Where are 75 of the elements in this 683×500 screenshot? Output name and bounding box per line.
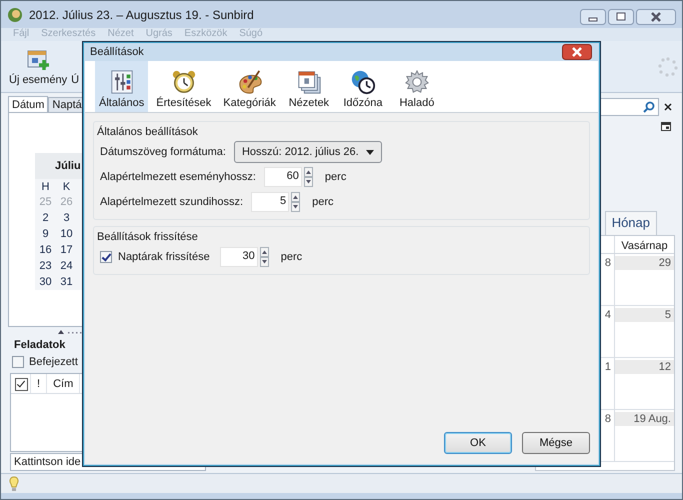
unit-label: perc xyxy=(280,251,302,263)
window-title: 2012. Július 23. – Augusztus 19. - Sunbird xyxy=(29,8,254,22)
day-cell[interactable]: 9 xyxy=(35,228,56,240)
tab[interactable]: Általános xyxy=(95,61,148,112)
spinner-icon[interactable] xyxy=(304,167,313,187)
dialog-title: Beállítások xyxy=(90,46,144,58)
sliders-icon xyxy=(108,69,135,95)
day-number: 5 xyxy=(615,308,674,322)
dialog-button[interactable]: OK xyxy=(444,432,512,454)
day-cell[interactable]: 23 xyxy=(35,260,56,272)
calendar-icon[interactable] xyxy=(661,121,671,131)
tab[interactable]: Kategóriák xyxy=(219,61,280,112)
globe-clock-icon xyxy=(350,69,376,95)
tab[interactable]: Értesítések xyxy=(152,61,216,112)
number-field[interactable]: 30 xyxy=(220,247,258,267)
group-title: Beállítások frissítése xyxy=(97,231,199,243)
day-cell[interactable]: 31 xyxy=(56,276,77,288)
day-cell[interactable]: 2 xyxy=(35,212,56,224)
maximize-button[interactable] xyxy=(608,9,634,25)
day-cell[interactable]: 3 xyxy=(56,212,77,224)
unit-label: perc xyxy=(312,196,334,208)
day-number: 8 xyxy=(604,412,612,426)
checkbox-label: Naptárak frissítése xyxy=(118,251,210,263)
section-title: Feladatok xyxy=(13,338,66,353)
unit-label: perc xyxy=(324,171,346,183)
app-icon xyxy=(7,6,23,22)
day-cell[interactable]: 16 xyxy=(35,244,56,256)
day-number: 29 xyxy=(615,256,674,270)
spinner-icon[interactable] xyxy=(291,192,300,212)
calendar-stack-icon xyxy=(296,69,322,95)
toolbar-button[interactable]: Ú xyxy=(71,47,80,86)
tab[interactable]: Haladó xyxy=(392,61,442,112)
close-button[interactable] xyxy=(562,44,592,60)
gear-icon xyxy=(404,69,430,95)
group-title: Általános beállítások xyxy=(97,126,199,138)
clear-icon[interactable] xyxy=(663,102,673,112)
tab[interactable]: Időzóna xyxy=(338,61,388,112)
palette-icon xyxy=(236,69,263,95)
weekday-label: K xyxy=(62,180,72,192)
weekday-header: Vasárnap xyxy=(620,238,669,253)
dropdown[interactable]: Hosszú: 2012. július 26. xyxy=(234,141,382,163)
spinner-icon[interactable] xyxy=(260,247,269,267)
tab[interactable]: Dátum xyxy=(8,96,48,112)
day-cell[interactable]: 17 xyxy=(56,244,77,256)
column-header[interactable]: Cím xyxy=(47,374,80,393)
caret-icon xyxy=(366,150,374,154)
lightbulb-icon xyxy=(9,476,19,492)
field-label: Alapértelmezett eseményhossz: xyxy=(100,171,256,183)
number-field[interactable]: 5 xyxy=(251,192,290,212)
day-number: 4 xyxy=(604,308,612,322)
day-number: 1 xyxy=(604,360,612,374)
number-field[interactable]: 60 xyxy=(264,167,302,187)
day-cell[interactable]: 10 xyxy=(56,228,77,240)
minimize-button[interactable] xyxy=(580,9,606,25)
day-number: 8 xyxy=(604,256,612,270)
tab[interactable]: Nézetek xyxy=(284,61,334,112)
search-icon xyxy=(643,101,655,113)
day-cell[interactable]: 24 xyxy=(56,260,77,272)
tab[interactable]: Hónap xyxy=(604,211,657,235)
checkbox-label: Befejezett xyxy=(29,356,78,368)
day-number: 19 Aug. xyxy=(615,412,674,426)
dialog-button[interactable]: Mégse xyxy=(522,432,590,454)
column-header[interactable]: ! xyxy=(31,374,48,393)
day-cell[interactable]: 30 xyxy=(35,276,56,288)
toolbar-button[interactable]: Új esemény xyxy=(9,47,68,86)
day-number: 12 xyxy=(615,360,674,374)
field-label: Dátumszöveg formátuma: xyxy=(100,146,226,158)
checkbox[interactable] xyxy=(12,356,24,368)
alarm-clock-icon xyxy=(170,69,197,95)
loading-icon xyxy=(658,56,678,76)
weekday-label: H xyxy=(40,180,50,192)
month-title: Júliu xyxy=(55,160,81,172)
field-label: Alapértelmezett szundihossz: xyxy=(100,196,244,208)
close-button[interactable] xyxy=(636,9,676,25)
checkbox[interactable] xyxy=(100,251,112,263)
